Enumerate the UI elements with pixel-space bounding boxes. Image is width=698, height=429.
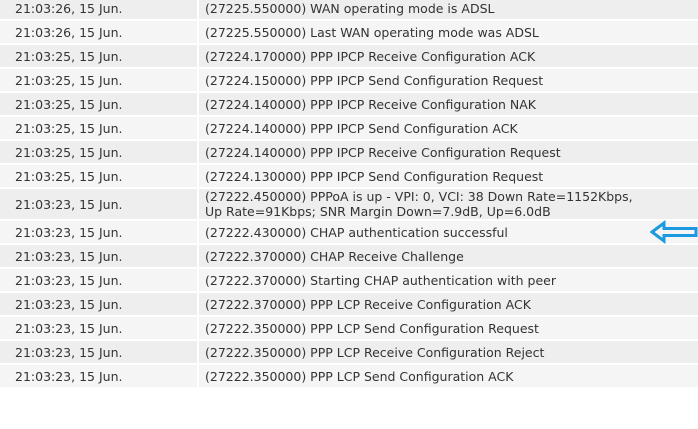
log-time: 21:03:23, 15 Jun. bbox=[0, 245, 199, 269]
left-arrow-icon bbox=[649, 220, 698, 244]
log-time: 21:03:26, 15 Jun. bbox=[0, 0, 199, 21]
log-message: (27222.370000) PPP LCP Receive Configura… bbox=[199, 293, 698, 317]
log-time: 21:03:23, 15 Jun. bbox=[0, 189, 199, 221]
log-message: (27224.140000) PPP IPCP Send Configurati… bbox=[199, 117, 698, 141]
log-message: (27222.370000) Starting CHAP authenticat… bbox=[199, 269, 698, 293]
table-row: 21:03:23, 15 Jun. (27222.370000) Startin… bbox=[0, 269, 698, 293]
log-message: (27222.350000) PPP LCP Send Configuratio… bbox=[199, 365, 698, 389]
table-row: 21:03:23, 15 Jun. (27222.350000) PPP LCP… bbox=[0, 341, 698, 365]
table-row: 21:03:25, 15 Jun. (27224.140000) PPP IPC… bbox=[0, 93, 698, 117]
table-row: 21:03:26, 15 Jun. (27225.550000) Last WA… bbox=[0, 21, 698, 45]
event-log-table: 21:03:26, 15 Jun. (27225.550000) WAN ope… bbox=[0, 0, 698, 389]
log-time: 21:03:23, 15 Jun. bbox=[0, 293, 199, 317]
table-row: 21:03:25, 15 Jun. (27224.130000) PPP IPC… bbox=[0, 165, 698, 189]
log-time: 21:03:23, 15 Jun. bbox=[0, 365, 199, 389]
log-time: 21:03:25, 15 Jun. bbox=[0, 117, 199, 141]
log-message: (27225.550000) Last WAN operating mode w… bbox=[199, 21, 698, 45]
table-row: 21:03:25, 15 Jun. (27224.140000) PPP IPC… bbox=[0, 117, 698, 141]
log-message: (27224.170000) PPP IPCP Receive Configur… bbox=[199, 45, 698, 69]
log-time: 21:03:25, 15 Jun. bbox=[0, 165, 199, 189]
table-row: 21:03:23, 15 Jun. (27222.350000) PPP LCP… bbox=[0, 317, 698, 341]
table-row: 21:03:23, 15 Jun. (27222.370000) CHAP Re… bbox=[0, 245, 698, 269]
table-row: 21:03:26, 15 Jun. (27225.550000) WAN ope… bbox=[0, 0, 698, 21]
log-message: (27224.140000) PPP IPCP Receive Configur… bbox=[199, 141, 698, 165]
log-message: (27222.350000) PPP LCP Receive Configura… bbox=[199, 341, 698, 365]
table-row: 21:03:23, 15 Jun. (27222.430000) CHAP au… bbox=[0, 221, 698, 245]
log-time: 21:03:25, 15 Jun. bbox=[0, 141, 199, 165]
log-message: (27222.430000) CHAP authentication succe… bbox=[199, 221, 698, 245]
log-message: (27225.550000) WAN operating mode is ADS… bbox=[199, 0, 698, 21]
log-time: 21:03:23, 15 Jun. bbox=[0, 341, 199, 365]
log-time: 21:03:25, 15 Jun. bbox=[0, 69, 199, 93]
log-message: (27224.140000) PPP IPCP Receive Configur… bbox=[199, 93, 698, 117]
table-row: 21:03:25, 15 Jun. (27224.140000) PPP IPC… bbox=[0, 141, 698, 165]
left-arrow-icon-svg bbox=[649, 220, 698, 244]
log-time: 21:03:23, 15 Jun. bbox=[0, 221, 199, 245]
log-time: 21:03:23, 15 Jun. bbox=[0, 269, 199, 293]
log-message: (27224.150000) PPP IPCP Send Configurati… bbox=[199, 69, 698, 93]
log-message: (27224.130000) PPP IPCP Send Configurati… bbox=[199, 165, 698, 189]
table-row: 21:03:23, 15 Jun. (27222.370000) PPP LCP… bbox=[0, 293, 698, 317]
log-time: 21:03:25, 15 Jun. bbox=[0, 45, 199, 69]
log-message: (27222.370000) CHAP Receive Challenge bbox=[199, 245, 698, 269]
log-time: 21:03:25, 15 Jun. bbox=[0, 93, 199, 117]
table-row: 21:03:25, 15 Jun. (27224.170000) PPP IPC… bbox=[0, 45, 698, 69]
table-row: 21:03:25, 15 Jun. (27224.150000) PPP IPC… bbox=[0, 69, 698, 93]
table-row-highlighted: 21:03:23, 15 Jun. (27222.450000) PPPoA i… bbox=[0, 189, 698, 221]
log-message: (27222.350000) PPP LCP Send Configuratio… bbox=[199, 317, 698, 341]
log-time: 21:03:26, 15 Jun. bbox=[0, 21, 199, 45]
log-message: (27222.450000) PPPoA is up - VPI: 0, VCI… bbox=[199, 189, 698, 221]
log-time: 21:03:23, 15 Jun. bbox=[0, 317, 199, 341]
table-row: 21:03:23, 15 Jun. (27222.350000) PPP LCP… bbox=[0, 365, 698, 389]
